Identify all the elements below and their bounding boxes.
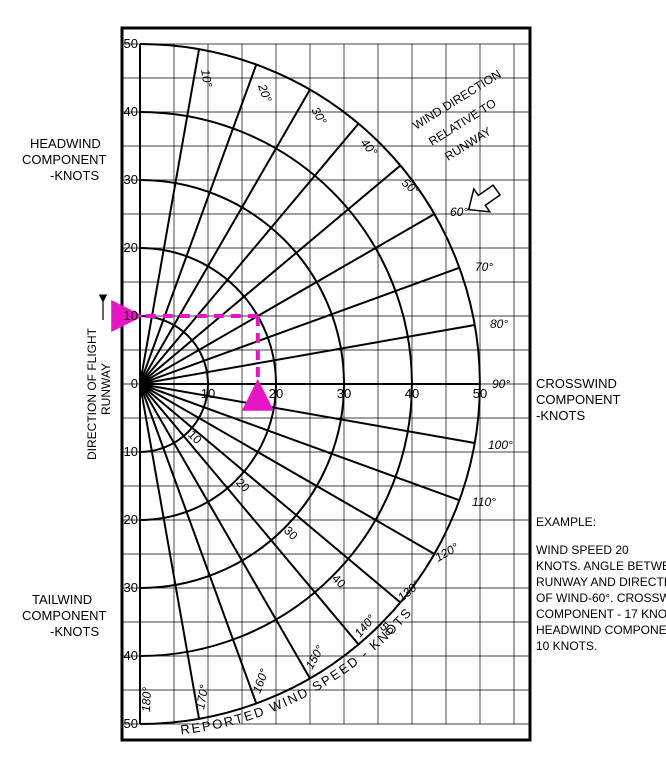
deg-110: 110° bbox=[472, 495, 496, 509]
xtick-50: 50 bbox=[473, 386, 487, 401]
deg-60: 60° bbox=[450, 205, 468, 219]
svg-text:COMPONENT: COMPONENT bbox=[22, 608, 107, 623]
svg-text:CROSSWIND: CROSSWIND bbox=[536, 376, 617, 391]
ytick-40: 40 bbox=[124, 104, 138, 119]
deg-70: 70° bbox=[475, 260, 493, 274]
crosswind-chart: 50 40 30 20 10 0 10 20 30 40 50 10 20 30… bbox=[0, 0, 666, 765]
rtick-30: 30 bbox=[281, 523, 301, 543]
ytick-50: 50 bbox=[124, 36, 138, 51]
deg-90: 90° bbox=[492, 377, 510, 391]
deg-80: 80° bbox=[490, 317, 508, 331]
crosswind-label: CROSSWIND COMPONENT -KNOTS bbox=[536, 376, 621, 423]
rtick-10: 10 bbox=[185, 427, 205, 447]
y-axis-ticks: 50 40 30 20 10 0 10 20 30 40 50 bbox=[124, 36, 138, 731]
radial-ticks: 10 20 30 40 50 bbox=[185, 427, 397, 639]
ytick-n50: 50 bbox=[124, 716, 138, 731]
xtick-40: 40 bbox=[405, 386, 419, 401]
svg-text:DIRECTION OF FLIGHT: DIRECTION OF FLIGHT bbox=[85, 327, 99, 460]
svg-text:COMPONENT: COMPONENT bbox=[22, 152, 107, 167]
ytick-10: 10 bbox=[124, 308, 138, 323]
ytick-n40: 40 bbox=[124, 648, 138, 663]
rtick-20: 20 bbox=[233, 475, 253, 495]
xtick-10: 10 bbox=[201, 386, 215, 401]
headwind-label: HEADWIND COMPONENT -KNOTS bbox=[22, 136, 107, 183]
svg-text:COMPONENT: COMPONENT bbox=[536, 392, 621, 407]
ytick-0: 0 bbox=[131, 376, 138, 391]
example-text: EXAMPLE: WIND SPEED 20 KNOTS. ANGLE BETW… bbox=[536, 515, 666, 653]
ytick-n10: 10 bbox=[124, 444, 138, 459]
svg-text:RUNWAY: RUNWAY bbox=[99, 363, 113, 415]
example-heading: EXAMPLE: bbox=[536, 515, 596, 529]
svg-text:TAILWIND: TAILWIND bbox=[32, 592, 92, 607]
deg-10: 10° bbox=[198, 68, 215, 88]
deg-150: 150° bbox=[302, 643, 327, 672]
svg-text:RUNWAY AND DIRECTION: RUNWAY AND DIRECTION bbox=[536, 575, 666, 589]
deg-120: 120° bbox=[433, 540, 462, 565]
svg-text:HEADWIND COMPONENT -: HEADWIND COMPONENT - bbox=[536, 623, 666, 637]
svg-text:OF WIND-60°. CROSSWIND: OF WIND-60°. CROSSWIND bbox=[536, 591, 666, 605]
deg-20: 20° bbox=[255, 81, 275, 104]
svg-text:-KNOTS: -KNOTS bbox=[50, 168, 99, 183]
deg-180: 180° bbox=[139, 687, 154, 712]
svg-text:-KNOTS: -KNOTS bbox=[50, 624, 99, 639]
angle-labels: 10° 20° 30° 40° 50° 60° 70° 80° 90° 100°… bbox=[139, 68, 513, 712]
x-axis-ticks: 10 20 30 40 50 bbox=[201, 386, 487, 401]
svg-text:10 KNOTS.: 10 KNOTS. bbox=[536, 639, 597, 653]
deg-30: 30° bbox=[308, 105, 329, 128]
svg-text:HEADWIND: HEADWIND bbox=[30, 136, 101, 151]
ytick-n20: 20 bbox=[124, 512, 138, 527]
xtick-20: 20 bbox=[269, 386, 283, 401]
tailwind-label: TAILWIND COMPONENT -KNOTS bbox=[22, 592, 107, 639]
deg-170: 170° bbox=[193, 683, 211, 710]
deg-100: 100° bbox=[488, 438, 513, 452]
flight-direction-label: DIRECTION OF FLIGHT RUNWAY bbox=[85, 302, 113, 460]
svg-text:KNOTS. ANGLE BETWEEN: KNOTS. ANGLE BETWEEN bbox=[536, 559, 666, 573]
xtick-30: 30 bbox=[337, 386, 351, 401]
ytick-n30: 30 bbox=[124, 580, 138, 595]
ytick-30: 30 bbox=[124, 172, 138, 187]
svg-text:WIND SPEED 20: WIND SPEED 20 bbox=[536, 543, 629, 557]
ytick-20: 20 bbox=[124, 240, 138, 255]
svg-text:COMPONENT - 17 KNOTS.: COMPONENT - 17 KNOTS. bbox=[536, 607, 666, 621]
deg-50: 50° bbox=[399, 176, 422, 199]
deg-160: 160° bbox=[250, 667, 272, 695]
svg-text:-KNOTS: -KNOTS bbox=[536, 408, 585, 423]
